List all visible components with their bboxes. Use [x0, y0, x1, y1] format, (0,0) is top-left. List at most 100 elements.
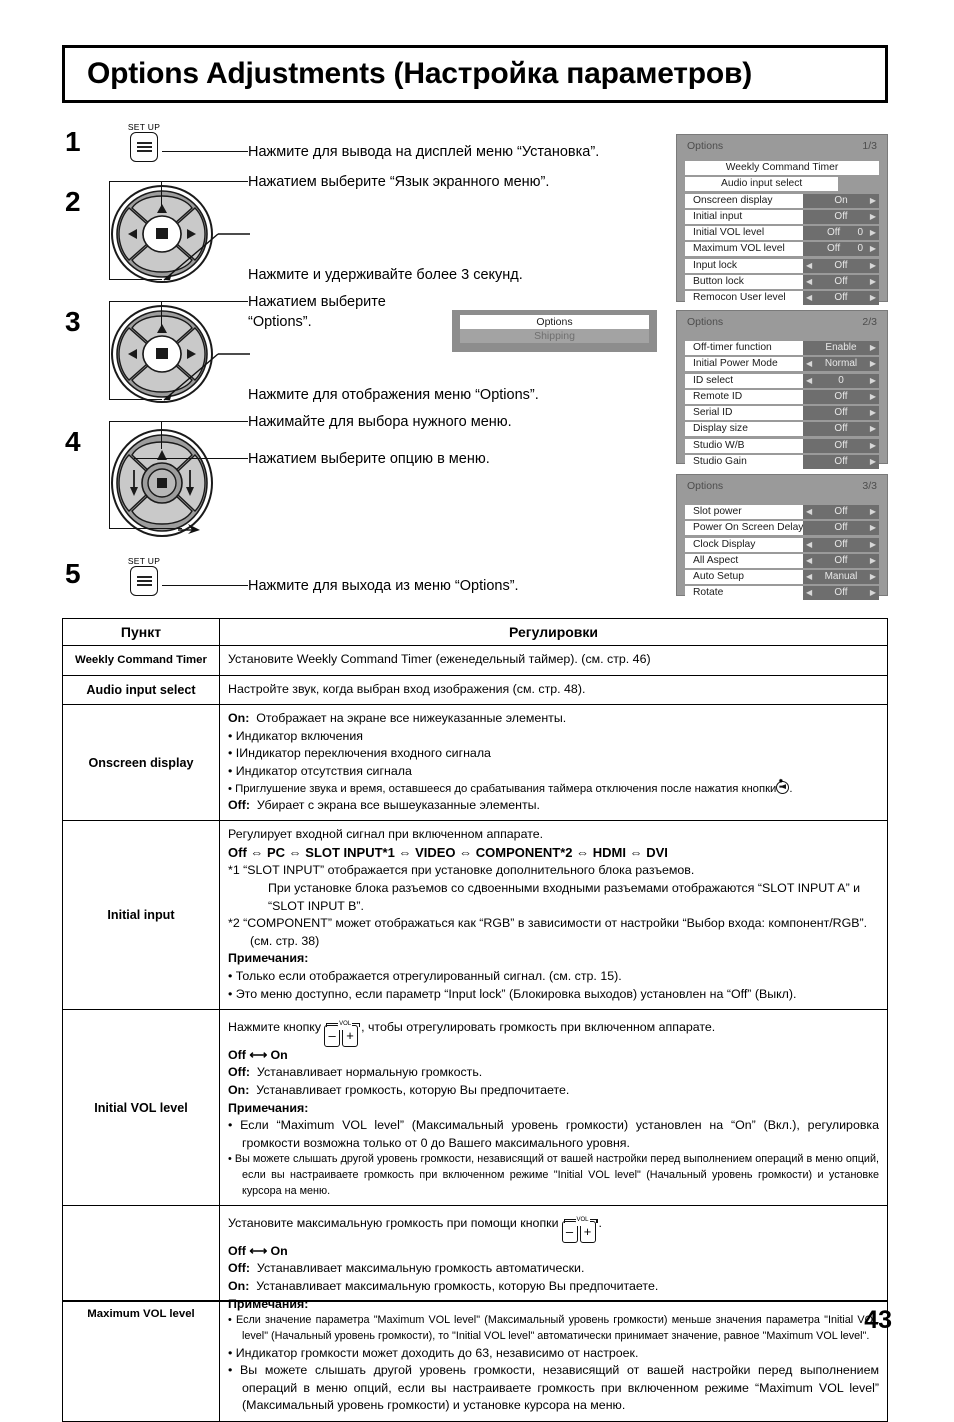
osd-item-value: Off	[834, 276, 848, 288]
chevron-right-icon[interactable]: ▶	[870, 455, 876, 469]
osd-row[interactable]: All Aspect ◀ Off ▶	[685, 553, 879, 568]
chevron-right-icon[interactable]: ▶	[870, 586, 876, 600]
osd-row[interactable]: Display size Off ▶	[685, 422, 879, 437]
manual-page: Options Adjustments (Настройка параметро…	[0, 0, 954, 1422]
onscreen-on-text: Отображает на экране все нижеуказанные э…	[256, 711, 567, 726]
osd-row[interactable]: Remote ID Off ▶	[685, 389, 879, 404]
initial-vol-off-text: Устанавливает нормальную громкость.	[256, 1065, 483, 1080]
osd-row[interactable]: Studio Gain Off ▶	[685, 455, 879, 470]
chevron-right-icon[interactable]: ▶	[870, 570, 876, 584]
osd-row[interactable]: Button lock ◀ Off ▶	[685, 275, 879, 290]
osd-item-value-wrap[interactable]: ◀ Off ▶	[803, 291, 879, 306]
step-3-instruction-1: Нажатием выберите	[248, 294, 386, 310]
row-item-initial-input: Initial input	[62, 820, 220, 1011]
osd-item-value-wrap[interactable]: ◀ Manual ▶	[803, 570, 879, 585]
chevron-right-icon[interactable]: ▶	[870, 554, 876, 568]
osd-item-value-wrap[interactable]: ◀ Normal ▶	[803, 357, 879, 372]
chevron-right-icon[interactable]: ▶	[870, 521, 876, 535]
chevron-right-icon[interactable]: ▶	[870, 422, 876, 436]
leader-line-3a	[109, 301, 248, 303]
chevron-right-icon[interactable]: ▶	[870, 505, 876, 519]
leader-diagonal-3	[163, 353, 250, 401]
chevron-right-icon[interactable]: ▶	[870, 538, 876, 552]
osd-item-value-wrap[interactable]: Off ▶	[803, 406, 879, 421]
chevron-left-icon[interactable]: ◀	[806, 291, 812, 305]
osd-item-value-wrap[interactable]: ◀ 0 ▶	[803, 373, 879, 388]
chevron-left-icon[interactable]: ◀	[806, 259, 812, 273]
osd-item-label: Audio input select	[685, 177, 839, 192]
chevron-left-icon[interactable]: ◀	[806, 586, 812, 600]
osd-row[interactable]: Power On Screen Delay Off ▶	[685, 521, 879, 536]
osd-item-value-wrap[interactable]: ◀ Off ▶	[803, 553, 879, 568]
osd-row[interactable]: Initial input Off ▶	[685, 209, 879, 224]
osd-item-value-wrap[interactable]: Off ▶	[803, 521, 879, 536]
chevron-left-icon[interactable]: ◀	[806, 570, 812, 584]
osd-item-value-wrap[interactable]: Enable ▶	[803, 341, 879, 355]
chevron-left-icon[interactable]: ◀	[806, 538, 812, 552]
maximum-vol-off-text: Устанавливает максимальную громкость авт…	[256, 1261, 585, 1276]
osd-row[interactable]: Auto Setup ◀ Manual ▶	[685, 570, 879, 585]
setup-button-1[interactable]: SET UP	[120, 122, 166, 162]
osd-item-value-wrap[interactable]: Off ▶	[803, 422, 879, 437]
osd-item-value-wrap[interactable]: ◀ Off ▶	[803, 258, 879, 273]
osd-title-1: Options	[687, 140, 724, 152]
osd-item-value-wrap[interactable]: Off ▶	[803, 438, 879, 453]
osd-row[interactable]: Audio input select	[685, 177, 879, 192]
chevron-right-icon[interactable]: ▶	[870, 374, 876, 388]
osd-body-3: Slot power ◀ Off ▶ Power On Screen Delay…	[677, 495, 887, 611]
osd-item-value: Manual	[824, 571, 858, 583]
osd-row[interactable]: Studio W/B Off ▶	[685, 438, 879, 453]
chevron-right-icon[interactable]: ▶	[870, 275, 876, 289]
osd-item-value: Off	[834, 210, 848, 222]
chevron-left-icon[interactable]: ◀	[806, 554, 812, 568]
chevron-right-icon[interactable]: ▶	[870, 406, 876, 420]
osd-header-3: Options 3/3	[677, 475, 887, 495]
osd-row[interactable]: Weekly Command Timer	[685, 161, 879, 175]
chevron-left-icon[interactable]: ◀	[806, 357, 812, 371]
osd-row[interactable]: ID select ◀ 0 ▶	[685, 373, 879, 388]
osd-item-value-wrap[interactable]: Off ▶	[803, 455, 879, 470]
osd-row[interactable]: Input lock ◀ Off ▶	[685, 258, 879, 273]
mini-osd-option-shipping[interactable]: Shipping	[460, 329, 649, 343]
leader-vline-4a	[161, 421, 163, 449]
chevron-left-icon[interactable]: ◀	[806, 374, 812, 388]
osd-row[interactable]: Rotate ◀ Off ▶	[685, 586, 879, 601]
osd-item-value-wrap[interactable]: ◀ Off ▶	[803, 505, 879, 519]
chevron-right-icon[interactable]: ▶	[870, 226, 876, 240]
chevron-right-icon[interactable]: ▶	[870, 242, 876, 256]
osd-item-value-wrap[interactable]: ◀ Off ▶	[803, 586, 879, 601]
leader-vline-3c	[109, 301, 111, 399]
osd-row[interactable]: Clock Display ◀ Off ▶	[685, 537, 879, 552]
chevron-right-icon[interactable]: ▶	[870, 357, 876, 371]
chevron-right-icon[interactable]: ▶	[870, 210, 876, 224]
setup-button-5[interactable]: SET UP	[120, 556, 166, 596]
row-desc-onscreen-display: On: Отображает на экране все нижеуказанн…	[219, 704, 888, 822]
osd-item-value-wrap[interactable]: ◀ Off ▶	[803, 537, 879, 552]
osd-item-value-wrap[interactable]: Off 0 ▶	[803, 242, 879, 257]
osd-item-value-wrap[interactable]: ◀ Off ▶	[803, 275, 879, 290]
osd-row[interactable]: Maximum VOL level Off 0 ▶	[685, 242, 879, 257]
osd-row[interactable]: Initial Power Mode ◀ Normal ▶	[685, 357, 879, 372]
osd-row[interactable]: Slot power ◀ Off ▶	[685, 505, 879, 519]
chevron-right-icon[interactable]: ▶	[870, 341, 876, 355]
chevron-right-icon[interactable]: ▶	[870, 194, 876, 208]
chevron-right-icon[interactable]: ▶	[870, 439, 876, 453]
osd-row[interactable]: Off-timer function Enable ▶	[685, 341, 879, 355]
osd-item-value-wrap[interactable]: On ▶	[803, 193, 879, 208]
osd-item-value-wrap[interactable]: Off ▶	[803, 389, 879, 404]
osd-page-2: 2/3	[862, 316, 877, 328]
chevron-right-icon[interactable]: ▶	[870, 390, 876, 404]
osd-item-value-wrap[interactable]: Off ▶	[803, 209, 879, 224]
chevron-left-icon[interactable]: ◀	[806, 275, 812, 289]
osd-row[interactable]: Serial ID Off ▶	[685, 406, 879, 421]
chevron-right-icon[interactable]: ▶	[870, 291, 876, 305]
onscreen-bullet-4-text: • Приглушение звука и время, оставшееся …	[228, 782, 777, 795]
leader-line-2a	[109, 181, 248, 183]
chevron-left-icon[interactable]: ◀	[806, 505, 812, 519]
osd-row[interactable]: Onscreen display On ▶	[685, 193, 879, 208]
osd-row[interactable]: Remocon User level ◀ Off ▶	[685, 291, 879, 306]
mini-osd-option-options[interactable]: Options	[460, 315, 649, 329]
osd-row[interactable]: Initial VOL level Off 0 ▶	[685, 226, 879, 241]
osd-item-value-wrap[interactable]: Off 0 ▶	[803, 226, 879, 241]
chevron-right-icon[interactable]: ▶	[870, 259, 876, 273]
